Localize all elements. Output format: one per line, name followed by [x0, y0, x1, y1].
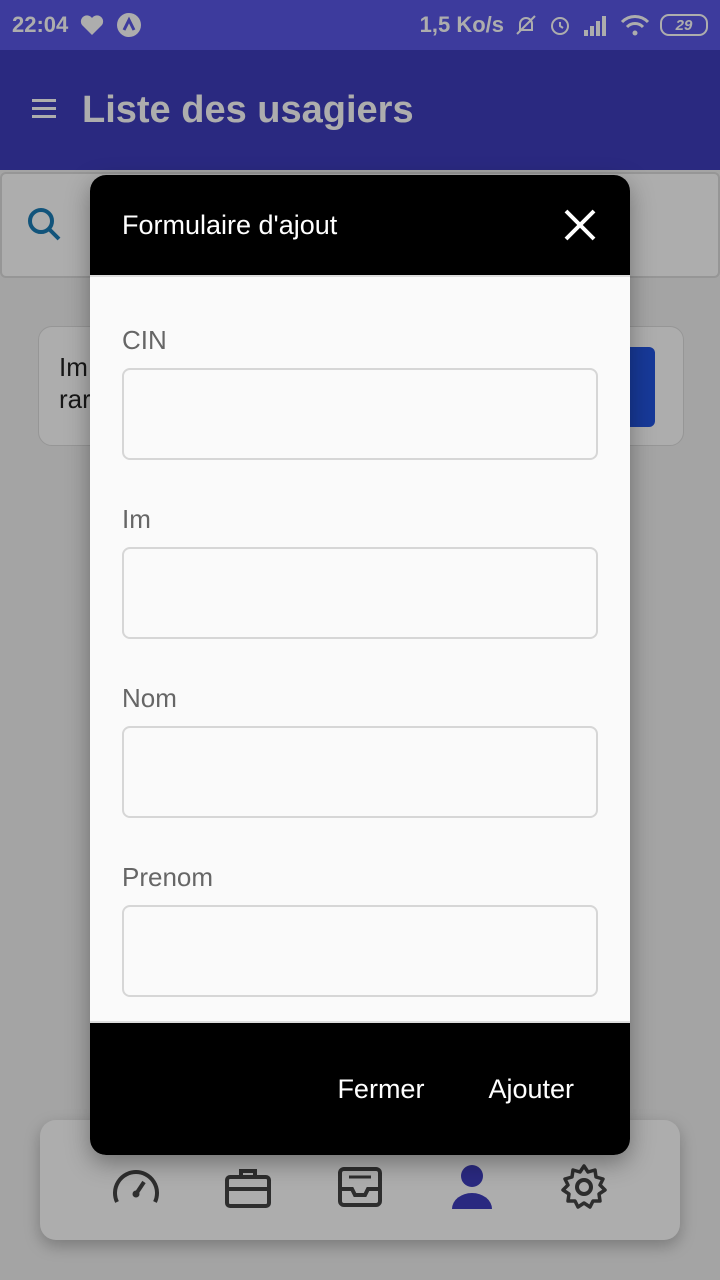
prenom-label: Prenom [122, 862, 214, 892]
cin-label: CIN [122, 325, 167, 355]
close-icon[interactable] [562, 207, 598, 243]
prenom-field[interactable] [122, 905, 598, 997]
dialog-header: Formulaire d'ajout [90, 175, 630, 277]
im-field[interactable] [122, 547, 598, 639]
im-label: Im [122, 504, 151, 534]
add-form-dialog: Formulaire d'ajout CIN Im Nom Prenom Fer… [90, 175, 630, 1155]
add-button[interactable]: Ajouter [488, 1074, 574, 1105]
dialog-body: CIN Im Nom Prenom [90, 277, 630, 1041]
close-button[interactable]: Fermer [337, 1074, 424, 1105]
cin-field[interactable] [122, 368, 598, 460]
nom-label: Nom [122, 683, 177, 713]
dialog-title: Formulaire d'ajout [122, 209, 338, 240]
dialog-footer: Fermer Ajouter [90, 1021, 630, 1155]
nom-field[interactable] [122, 726, 598, 818]
